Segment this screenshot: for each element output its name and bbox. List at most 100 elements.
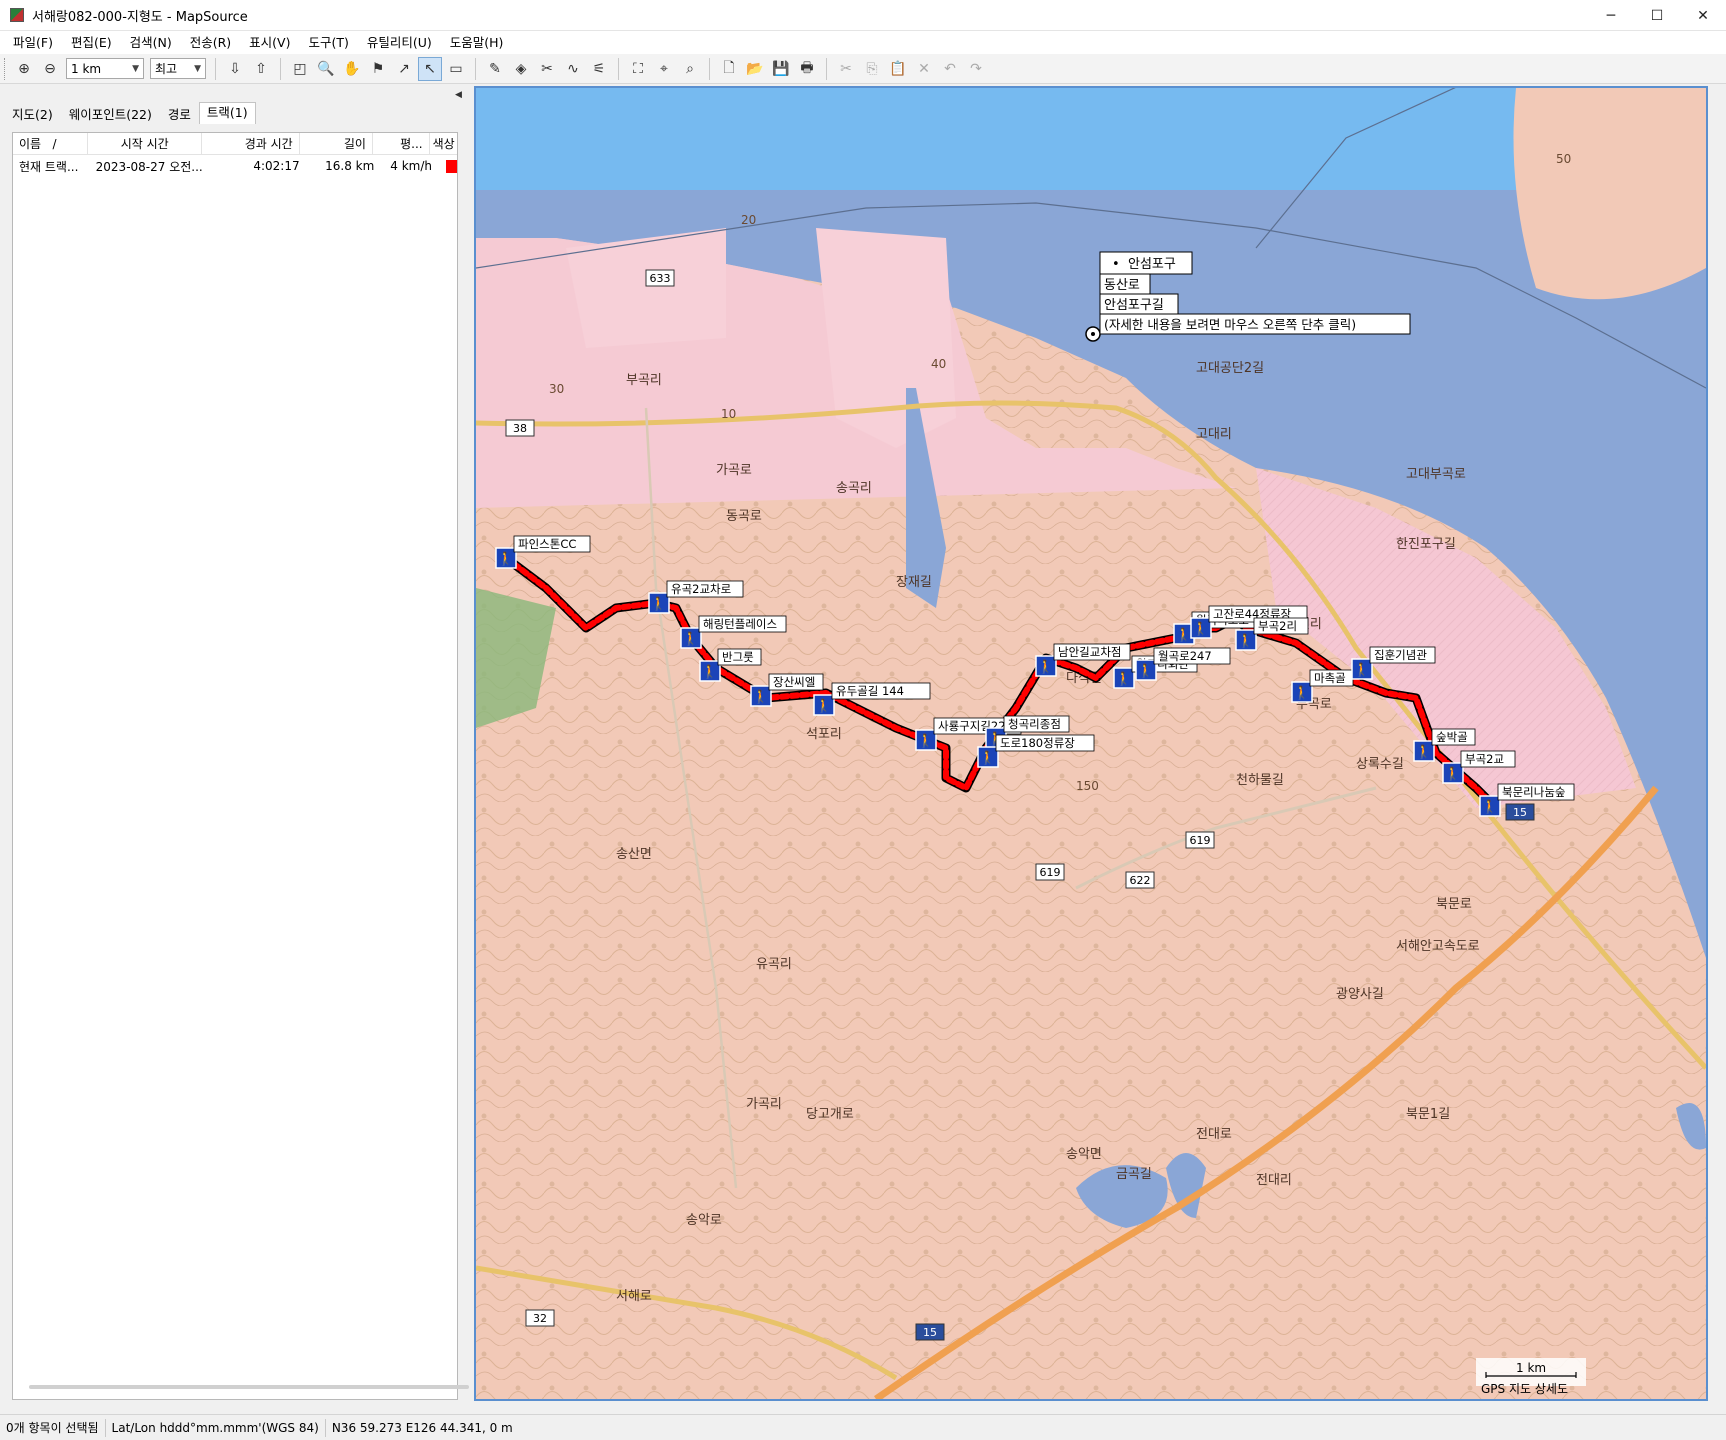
place-label: 부곡리 xyxy=(626,373,662,388)
menu-file[interactable]: 파일(F) xyxy=(4,31,62,54)
hiker-glyph: 🚶 xyxy=(1294,685,1310,701)
pan-hand-icon[interactable]: ✋ xyxy=(340,57,364,81)
column-header-start[interactable]: 시작 시간 xyxy=(88,132,203,155)
track-list[interactable]: 이름 / 시작 시간 경과 시간 길이 평... 색상 현재 트랙... 202… xyxy=(12,132,469,1400)
place-label: 서해안고속도로 xyxy=(1396,939,1480,954)
tab-waypoints[interactable]: 웨이포인트(22) xyxy=(61,104,160,124)
map-side-splitter[interactable] xyxy=(1708,86,1726,1401)
collapse-panel-icon[interactable]: ◀ xyxy=(455,90,462,100)
track-connect-icon[interactable]: ∿ xyxy=(561,57,585,81)
close-icon[interactable]: ✕ xyxy=(1680,0,1726,31)
scale-bar-label: 1 km xyxy=(1516,1361,1546,1375)
waypoint-label: 유곡2교차로 xyxy=(671,582,731,596)
popup-line-3: (자세한 내용을 보려면 마우스 오른쪽 단추 클릭) xyxy=(1104,317,1356,332)
place-label: 전대리 xyxy=(1256,1173,1292,1188)
find-nearby-icon[interactable]: ⌖ xyxy=(652,57,676,81)
hiker-glyph: 🚶 xyxy=(1416,744,1432,760)
toolbar-separator xyxy=(709,57,710,80)
popup-line-0: 안섬포구 xyxy=(1128,257,1176,272)
menu-edit[interactable]: 편집(E) xyxy=(62,31,121,54)
zoom-tool-icon[interactable]: 🔍 xyxy=(314,57,338,81)
undo-icon[interactable]: ↶ xyxy=(938,57,962,81)
hiker-glyph: 🚶 xyxy=(651,596,667,612)
track-elapsed-time: 4:02:17 xyxy=(253,159,300,173)
track-draw-icon[interactable]: ✎ xyxy=(483,57,507,81)
horizontal-scrollbar[interactable] xyxy=(29,1385,469,1389)
open-file-icon[interactable]: 📂 xyxy=(743,57,767,81)
zoom-out-icon[interactable]: ⊖ xyxy=(38,57,62,81)
place-label: 광양사길 xyxy=(1336,987,1384,1002)
minimize-icon[interactable]: ─ xyxy=(1588,0,1634,31)
hiker-glyph: 🚶 xyxy=(1482,799,1498,815)
column-header-speed[interactable]: 평... xyxy=(373,132,430,155)
track-filter-icon[interactable]: ⚟ xyxy=(587,57,611,81)
redo-icon[interactable]: ↷ xyxy=(964,57,988,81)
route-number: 15 xyxy=(923,1326,937,1339)
track-name: 현재 트랙... xyxy=(19,159,79,174)
place-label: 동곡로 xyxy=(726,509,762,524)
column-header-length[interactable]: 길이 xyxy=(300,132,373,155)
send-to-device-icon[interactable]: ⇧ xyxy=(249,57,273,81)
place-label: 북문1길 xyxy=(1406,1107,1450,1122)
waypoint-label: 숲박골 xyxy=(1436,730,1468,744)
place-label: 상록수길 xyxy=(1356,757,1404,772)
tab-routes[interactable]: 경로 xyxy=(160,104,199,124)
panel-tabs: 지도(2) 웨이포인트(22) 경로 트랙(1) xyxy=(4,102,256,124)
menu-find[interactable]: 검색(N) xyxy=(121,31,181,54)
find-recent-icon[interactable]: ⌕ xyxy=(678,57,702,81)
measure-ruler-icon[interactable]: ▭ xyxy=(444,57,468,81)
toolbar-grip[interactable] xyxy=(4,57,7,80)
tab-tracks[interactable]: 트랙(1) xyxy=(198,102,256,124)
waypoint-flag-icon[interactable]: ⚑ xyxy=(366,57,390,81)
map-view[interactable]: 633 38 619 619 622 15 15 32 가곡로 동곡로 장재길 송산면 다식길 천하물길… xyxy=(474,86,1708,1401)
menu-utilities[interactable]: 유틸리티(U) xyxy=(358,31,441,54)
menu-transfer[interactable]: 전송(R) xyxy=(181,31,240,54)
delete-icon[interactable]: ✕ xyxy=(912,57,936,81)
zoom-in-icon[interactable]: ⊕ xyxy=(12,57,36,81)
place-label: 송악로 xyxy=(686,1213,722,1228)
table-row[interactable]: 현재 트랙... 2023-08-27 오전... 4:02:17 16.8 k… xyxy=(13,155,457,177)
title-bar: 서해랑082-000-지형도 - MapSource ─ ☐ ✕ xyxy=(0,0,1726,31)
menu-bar: 파일(F) 편집(E) 검색(N) 전송(R) 표시(V) 도구(T) 유틸리티… xyxy=(0,31,1726,54)
track-divide-icon[interactable]: ✂ xyxy=(535,57,559,81)
menu-help[interactable]: 도움말(H) xyxy=(441,31,513,54)
new-file-icon[interactable]: 🗋 xyxy=(717,57,741,81)
menu-view[interactable]: 표시(V) xyxy=(240,31,299,54)
waypoint-label: 부곡2교 xyxy=(1465,752,1504,766)
waypoint-label: 유두골길 144 xyxy=(836,684,904,698)
paste-icon[interactable]: 📋 xyxy=(886,57,910,81)
contour-value: 150 xyxy=(1076,779,1099,793)
detail-select[interactable]: 최고 ▼ xyxy=(150,58,206,79)
copy-icon[interactable]: ⎘ xyxy=(860,57,884,81)
menu-tools[interactable]: 도구(T) xyxy=(299,31,357,54)
route-tool-icon[interactable]: ↗ xyxy=(392,57,416,81)
find-icon[interactable]: ⛶ xyxy=(626,57,650,81)
hiker-glyph: 🚶 xyxy=(1176,627,1192,643)
column-header-color[interactable]: 색상 xyxy=(430,133,457,155)
scale-select[interactable]: 1 km ▼ xyxy=(66,58,144,79)
place-label: 북문로 xyxy=(1436,897,1472,912)
tab-maps[interactable]: 지도(2) xyxy=(4,104,61,124)
status-selection: 0개 항목이 선택됨 xyxy=(0,1418,106,1437)
cut-icon[interactable]: ✂ xyxy=(834,57,858,81)
hiker-glyph: 🚶 xyxy=(918,733,934,749)
toolbar-separator xyxy=(215,57,216,80)
map-canvas[interactable]: 63338619619622151532 가곡로동곡로장재길송산면다식길천하물길… xyxy=(476,88,1706,1399)
waypoint-label: 부곡2리 xyxy=(1258,619,1297,633)
column-header-elapsed[interactable]: 경과 시간 xyxy=(202,132,300,155)
column-header-name[interactable]: 이름 / xyxy=(13,132,89,155)
waypoint-label: 남안길교차점 xyxy=(1058,645,1121,659)
save-file-icon[interactable]: 💾 xyxy=(769,57,793,81)
route-number: 32 xyxy=(533,1312,547,1325)
maximize-icon[interactable]: ☐ xyxy=(1634,0,1680,31)
track-erase-icon[interactable]: ◈ xyxy=(509,57,533,81)
receive-from-device-icon[interactable]: ⇩ xyxy=(223,57,247,81)
select-map-icon[interactable]: ◰ xyxy=(288,57,312,81)
hiker-glyph: 🚶 xyxy=(753,689,769,705)
popup-anchor-dot xyxy=(1091,332,1095,336)
hiker-glyph: 🚶 xyxy=(1193,621,1209,637)
place-label: 고대공단2길 xyxy=(1196,361,1264,376)
hiker-glyph: 🚶 xyxy=(1038,659,1054,675)
print-icon[interactable]: 🖶 xyxy=(795,57,819,81)
select-pointer-icon[interactable]: ↖ xyxy=(418,56,442,81)
